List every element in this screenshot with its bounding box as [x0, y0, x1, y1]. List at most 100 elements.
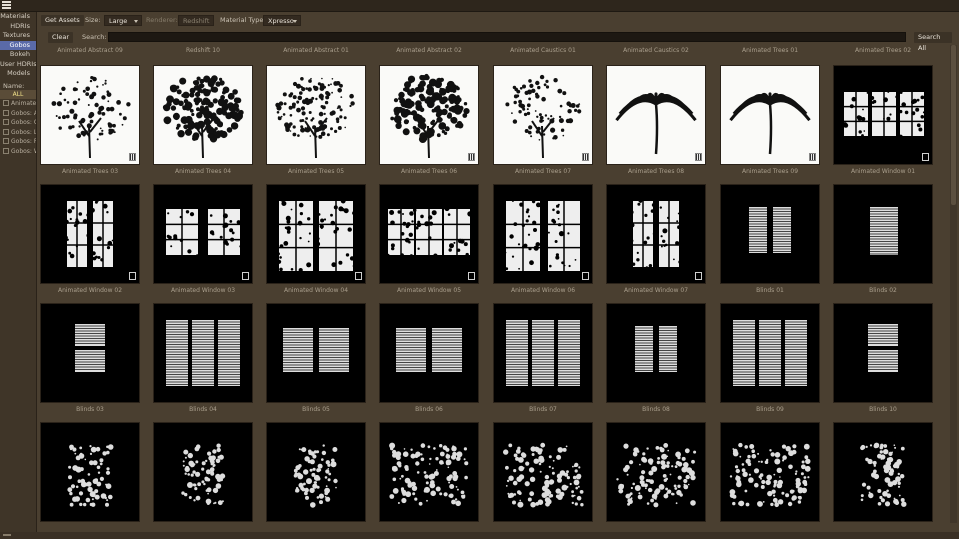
- gobo-preview: [729, 442, 811, 508]
- asset-thumbnail[interactable]: [493, 184, 593, 284]
- gobo-preview: [293, 444, 338, 508]
- sidebar-item-materials[interactable]: Materials: [0, 12, 36, 22]
- sidebar-item-user-hdris[interactable]: User HDRIs: [0, 60, 36, 70]
- filter-item[interactable]: Gobos: P: [0, 137, 36, 147]
- asset-thumbnail[interactable]: [153, 184, 253, 284]
- asset-thumbnail[interactable]: [40, 422, 140, 522]
- resize-handle-icon[interactable]: [3, 534, 11, 536]
- sidebar-item-hdris[interactable]: HDRIs: [0, 22, 36, 32]
- scrollbar-thumb[interactable]: [951, 45, 956, 205]
- filter-label: Animatec: [11, 100, 36, 107]
- search-row: Clear Search: Search All: [38, 31, 952, 52]
- animated-badge-icon: [695, 272, 702, 280]
- asset-thumbnail[interactable]: [40, 65, 140, 165]
- expand-icon[interactable]: [3, 100, 9, 106]
- gobo-preview: [166, 320, 240, 386]
- sidebar-item-bokeh[interactable]: Bokeh: [0, 50, 36, 60]
- asset-thumbnail[interactable]: [266, 184, 366, 284]
- asset-caption: Blinds 01: [756, 287, 784, 294]
- asset-thumbnail[interactable]: [379, 184, 479, 284]
- expand-icon[interactable]: [3, 147, 9, 154]
- material-type-select[interactable]: Xpresso: [263, 15, 301, 26]
- asset-thumbnail[interactable]: [606, 65, 706, 165]
- filter-item[interactable]: Gobos: C: [0, 118, 36, 128]
- asset-caption: Animated Window 07: [623, 287, 689, 294]
- asset-thumbnail[interactable]: [493, 303, 593, 403]
- asset-caption: Animated Window 04: [283, 287, 349, 294]
- asset-thumbnail[interactable]: [720, 184, 820, 284]
- gobo-preview: [505, 74, 582, 159]
- size-select[interactable]: Large: [104, 15, 142, 26]
- asset-caption: Animated Trees 05: [287, 168, 345, 175]
- gobo-preview: [733, 320, 807, 386]
- asset-caption: Animated Caustics 01: [510, 47, 576, 54]
- filter-all[interactable]: ALL: [0, 89, 36, 99]
- expand-icon[interactable]: [3, 119, 9, 125]
- asset-thumbnail[interactable]: [379, 303, 479, 403]
- asset-caption: Blinds 04: [189, 406, 217, 413]
- gobo-preview: [729, 92, 811, 155]
- asset-thumbnail[interactable]: [266, 65, 366, 165]
- asset-thumbnail[interactable]: [833, 184, 933, 284]
- asset-thumbnail[interactable]: [833, 65, 933, 165]
- gobo-preview: [390, 73, 470, 159]
- asset-thumbnail[interactable]: [606, 422, 706, 522]
- asset-thumbnail[interactable]: [606, 184, 706, 284]
- asset-thumbnail[interactable]: [266, 303, 366, 403]
- asset-thumbnail[interactable]: [493, 422, 593, 522]
- clear-button[interactable]: Clear: [48, 32, 73, 43]
- animated-badge-icon: [468, 272, 475, 280]
- asset-caption: Blinds 07: [529, 406, 557, 413]
- expand-icon[interactable]: [3, 138, 9, 144]
- filter-label: Gobos: C: [11, 119, 36, 126]
- renderer-select[interactable]: Redshift: [178, 15, 214, 26]
- filter-label: Gobos: P: [11, 138, 36, 145]
- filter-item[interactable]: Gobos: L: [0, 128, 36, 138]
- asset-thumbnail[interactable]: [493, 65, 593, 165]
- asset-caption: Animated Window 02: [57, 287, 123, 294]
- asset-caption: Animated Trees 04: [174, 168, 232, 175]
- asset-thumbnail[interactable]: [266, 422, 366, 522]
- asset-thumbnail[interactable]: [153, 422, 253, 522]
- filter-item[interactable]: Gobos: W: [0, 147, 36, 157]
- asset-caption: Redshift 10: [186, 47, 220, 54]
- get-assets-button[interactable]: Get Assets: [41, 15, 84, 26]
- category-list: Materials HDRIs Textures Gobos Bokeh User HDR…: [0, 12, 36, 79]
- gobo-preview: [389, 442, 469, 507]
- search-input[interactable]: [108, 32, 906, 42]
- asset-thumbnail[interactable]: [720, 65, 820, 165]
- asset-thumbnail[interactable]: [833, 303, 933, 403]
- asset-caption: Blinds 02: [869, 287, 897, 294]
- expand-icon[interactable]: [3, 128, 9, 135]
- sidebar-item-models[interactable]: Models: [0, 69, 36, 79]
- asset-caption: Animated Trees 07: [514, 168, 572, 175]
- asset-thumbnail[interactable]: [833, 422, 933, 522]
- sidebar-item-textures[interactable]: Textures: [0, 31, 36, 41]
- asset-thumbnail[interactable]: [720, 422, 820, 522]
- filter-item[interactable]: Gobos: A: [0, 109, 36, 119]
- asset-thumbnail[interactable]: [40, 303, 140, 403]
- asset-thumbnail[interactable]: [379, 65, 479, 165]
- gobo-preview: [283, 328, 349, 372]
- size-select-value: Large: [109, 17, 128, 25]
- hamburger-menu-icon[interactable]: [2, 1, 11, 9]
- filter-label: ALL: [12, 90, 24, 98]
- filter-item[interactable]: Animatec: [0, 99, 36, 109]
- gobo-preview: [615, 92, 697, 155]
- asset-thumbnail[interactable]: [153, 303, 253, 403]
- asset-caption: Animated Abstract 02: [396, 47, 462, 54]
- asset-thumbnail[interactable]: [606, 303, 706, 403]
- asset-caption: Animated Trees 08: [627, 168, 685, 175]
- asset-thumbnail[interactable]: [40, 184, 140, 284]
- search-label: Search:: [82, 33, 107, 41]
- search-all-button[interactable]: Search All: [914, 32, 952, 52]
- sidebar-item-gobos[interactable]: Gobos: [0, 40, 36, 50]
- asset-thumbnail[interactable]: [720, 303, 820, 403]
- gobo-preview: [67, 444, 114, 507]
- grid-scrollbar[interactable]: [950, 45, 957, 523]
- asset-caption: Blinds 06: [415, 406, 443, 413]
- asset-thumbnail[interactable]: [379, 422, 479, 522]
- asset-thumbnail[interactable]: [153, 65, 253, 165]
- status-bar: [0, 532, 959, 539]
- expand-icon[interactable]: [3, 109, 9, 116]
